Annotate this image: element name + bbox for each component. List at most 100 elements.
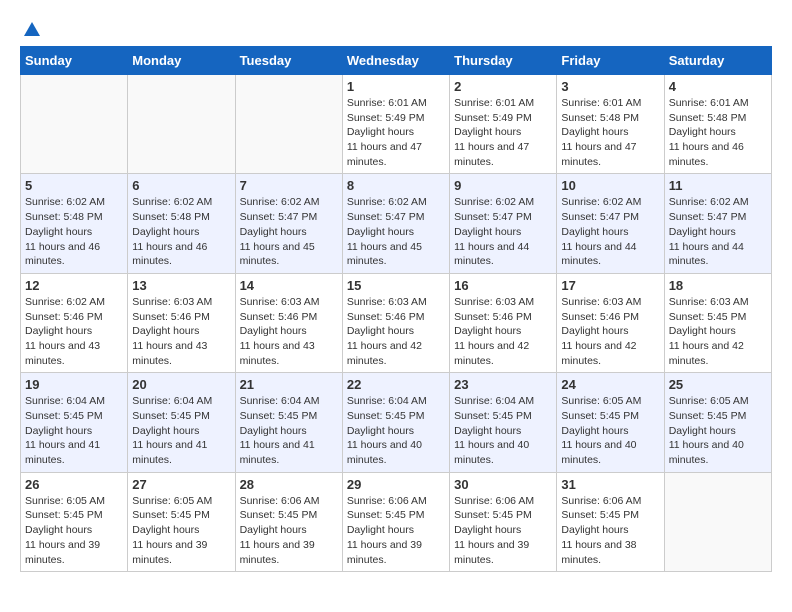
- day-number: 13: [132, 278, 230, 293]
- day-number: 26: [25, 477, 123, 492]
- calendar-cell: 8 Sunrise: 6:02 AM Sunset: 5:47 PM Dayli…: [342, 174, 449, 273]
- calendar-cell: 19 Sunrise: 6:04 AM Sunset: 5:45 PM Dayl…: [21, 373, 128, 472]
- day-number: 10: [561, 178, 659, 193]
- day-number: 17: [561, 278, 659, 293]
- day-number: 31: [561, 477, 659, 492]
- day-info: Sunrise: 6:03 AM Sunset: 5:45 PM Dayligh…: [669, 295, 767, 368]
- calendar-cell: 30 Sunrise: 6:06 AM Sunset: 5:45 PM Dayl…: [450, 472, 557, 571]
- calendar-table: SundayMondayTuesdayWednesdayThursdayFrid…: [20, 46, 772, 572]
- day-info: Sunrise: 6:05 AM Sunset: 5:45 PM Dayligh…: [561, 394, 659, 467]
- calendar-header-thursday: Thursday: [450, 47, 557, 75]
- day-number: 24: [561, 377, 659, 392]
- calendar-header-wednesday: Wednesday: [342, 47, 449, 75]
- day-number: 19: [25, 377, 123, 392]
- calendar-cell: 28 Sunrise: 6:06 AM Sunset: 5:45 PM Dayl…: [235, 472, 342, 571]
- day-number: 1: [347, 79, 445, 94]
- day-info: Sunrise: 6:06 AM Sunset: 5:45 PM Dayligh…: [347, 494, 445, 567]
- day-info: Sunrise: 6:02 AM Sunset: 5:46 PM Dayligh…: [25, 295, 123, 368]
- calendar-cell: 29 Sunrise: 6:06 AM Sunset: 5:45 PM Dayl…: [342, 472, 449, 571]
- day-info: Sunrise: 6:04 AM Sunset: 5:45 PM Dayligh…: [347, 394, 445, 467]
- calendar-cell: [664, 472, 771, 571]
- day-number: 20: [132, 377, 230, 392]
- day-info: Sunrise: 6:02 AM Sunset: 5:48 PM Dayligh…: [132, 195, 230, 268]
- day-info: Sunrise: 6:01 AM Sunset: 5:48 PM Dayligh…: [669, 96, 767, 169]
- calendar-cell: 5 Sunrise: 6:02 AM Sunset: 5:48 PM Dayli…: [21, 174, 128, 273]
- calendar-cell: 26 Sunrise: 6:05 AM Sunset: 5:45 PM Dayl…: [21, 472, 128, 571]
- day-number: 8: [347, 178, 445, 193]
- calendar-header-friday: Friday: [557, 47, 664, 75]
- calendar-week-row: 26 Sunrise: 6:05 AM Sunset: 5:45 PM Dayl…: [21, 472, 772, 571]
- day-info: Sunrise: 6:01 AM Sunset: 5:49 PM Dayligh…: [454, 96, 552, 169]
- calendar-cell: 21 Sunrise: 6:04 AM Sunset: 5:45 PM Dayl…: [235, 373, 342, 472]
- day-info: Sunrise: 6:03 AM Sunset: 5:46 PM Dayligh…: [454, 295, 552, 368]
- calendar-body: 1 Sunrise: 6:01 AM Sunset: 5:49 PM Dayli…: [21, 75, 772, 572]
- calendar-cell: 2 Sunrise: 6:01 AM Sunset: 5:49 PM Dayli…: [450, 75, 557, 174]
- day-info: Sunrise: 6:02 AM Sunset: 5:47 PM Dayligh…: [454, 195, 552, 268]
- calendar-header-row: SundayMondayTuesdayWednesdayThursdayFrid…: [21, 47, 772, 75]
- calendar-cell: 1 Sunrise: 6:01 AM Sunset: 5:49 PM Dayli…: [342, 75, 449, 174]
- calendar-cell: 10 Sunrise: 6:02 AM Sunset: 5:47 PM Dayl…: [557, 174, 664, 273]
- day-info: Sunrise: 6:05 AM Sunset: 5:45 PM Dayligh…: [25, 494, 123, 567]
- calendar-cell: [235, 75, 342, 174]
- logo: [20, 20, 42, 36]
- day-info: Sunrise: 6:03 AM Sunset: 5:46 PM Dayligh…: [347, 295, 445, 368]
- calendar-cell: [21, 75, 128, 174]
- day-number: 21: [240, 377, 338, 392]
- day-number: 22: [347, 377, 445, 392]
- day-info: Sunrise: 6:04 AM Sunset: 5:45 PM Dayligh…: [25, 394, 123, 467]
- day-info: Sunrise: 6:02 AM Sunset: 5:48 PM Dayligh…: [25, 195, 123, 268]
- day-number: 18: [669, 278, 767, 293]
- day-number: 12: [25, 278, 123, 293]
- calendar-cell: 17 Sunrise: 6:03 AM Sunset: 5:46 PM Dayl…: [557, 273, 664, 372]
- day-info: Sunrise: 6:03 AM Sunset: 5:46 PM Dayligh…: [132, 295, 230, 368]
- day-number: 5: [25, 178, 123, 193]
- day-info: Sunrise: 6:04 AM Sunset: 5:45 PM Dayligh…: [454, 394, 552, 467]
- calendar-cell: 14 Sunrise: 6:03 AM Sunset: 5:46 PM Dayl…: [235, 273, 342, 372]
- calendar-cell: 25 Sunrise: 6:05 AM Sunset: 5:45 PM Dayl…: [664, 373, 771, 472]
- calendar-cell: 7 Sunrise: 6:02 AM Sunset: 5:47 PM Dayli…: [235, 174, 342, 273]
- calendar-cell: [128, 75, 235, 174]
- calendar-header-sunday: Sunday: [21, 47, 128, 75]
- day-number: 16: [454, 278, 552, 293]
- day-info: Sunrise: 6:04 AM Sunset: 5:45 PM Dayligh…: [240, 394, 338, 467]
- day-info: Sunrise: 6:06 AM Sunset: 5:45 PM Dayligh…: [561, 494, 659, 567]
- calendar-week-row: 5 Sunrise: 6:02 AM Sunset: 5:48 PM Dayli…: [21, 174, 772, 273]
- day-number: 28: [240, 477, 338, 492]
- day-info: Sunrise: 6:01 AM Sunset: 5:49 PM Dayligh…: [347, 96, 445, 169]
- calendar-cell: 13 Sunrise: 6:03 AM Sunset: 5:46 PM Dayl…: [128, 273, 235, 372]
- day-number: 11: [669, 178, 767, 193]
- day-number: 23: [454, 377, 552, 392]
- calendar-header-saturday: Saturday: [664, 47, 771, 75]
- calendar-cell: 6 Sunrise: 6:02 AM Sunset: 5:48 PM Dayli…: [128, 174, 235, 273]
- day-info: Sunrise: 6:03 AM Sunset: 5:46 PM Dayligh…: [240, 295, 338, 368]
- day-info: Sunrise: 6:06 AM Sunset: 5:45 PM Dayligh…: [454, 494, 552, 567]
- day-info: Sunrise: 6:02 AM Sunset: 5:47 PM Dayligh…: [561, 195, 659, 268]
- day-number: 14: [240, 278, 338, 293]
- day-info: Sunrise: 6:02 AM Sunset: 5:47 PM Dayligh…: [347, 195, 445, 268]
- day-info: Sunrise: 6:02 AM Sunset: 5:47 PM Dayligh…: [240, 195, 338, 268]
- day-info: Sunrise: 6:02 AM Sunset: 5:47 PM Dayligh…: [669, 195, 767, 268]
- logo-icon: [22, 20, 42, 40]
- day-info: Sunrise: 6:06 AM Sunset: 5:45 PM Dayligh…: [240, 494, 338, 567]
- calendar-cell: 18 Sunrise: 6:03 AM Sunset: 5:45 PM Dayl…: [664, 273, 771, 372]
- calendar-week-row: 19 Sunrise: 6:04 AM Sunset: 5:45 PM Dayl…: [21, 373, 772, 472]
- day-info: Sunrise: 6:05 AM Sunset: 5:45 PM Dayligh…: [132, 494, 230, 567]
- day-info: Sunrise: 6:05 AM Sunset: 5:45 PM Dayligh…: [669, 394, 767, 467]
- day-number: 3: [561, 79, 659, 94]
- day-number: 2: [454, 79, 552, 94]
- day-number: 6: [132, 178, 230, 193]
- calendar-week-row: 1 Sunrise: 6:01 AM Sunset: 5:49 PM Dayli…: [21, 75, 772, 174]
- calendar-cell: 15 Sunrise: 6:03 AM Sunset: 5:46 PM Dayl…: [342, 273, 449, 372]
- day-number: 7: [240, 178, 338, 193]
- day-number: 29: [347, 477, 445, 492]
- day-info: Sunrise: 6:01 AM Sunset: 5:48 PM Dayligh…: [561, 96, 659, 169]
- calendar-cell: 27 Sunrise: 6:05 AM Sunset: 5:45 PM Dayl…: [128, 472, 235, 571]
- day-number: 30: [454, 477, 552, 492]
- calendar-week-row: 12 Sunrise: 6:02 AM Sunset: 5:46 PM Dayl…: [21, 273, 772, 372]
- calendar-header-tuesday: Tuesday: [235, 47, 342, 75]
- calendar-cell: 22 Sunrise: 6:04 AM Sunset: 5:45 PM Dayl…: [342, 373, 449, 472]
- day-info: Sunrise: 6:04 AM Sunset: 5:45 PM Dayligh…: [132, 394, 230, 467]
- day-number: 27: [132, 477, 230, 492]
- calendar-cell: 9 Sunrise: 6:02 AM Sunset: 5:47 PM Dayli…: [450, 174, 557, 273]
- day-number: 4: [669, 79, 767, 94]
